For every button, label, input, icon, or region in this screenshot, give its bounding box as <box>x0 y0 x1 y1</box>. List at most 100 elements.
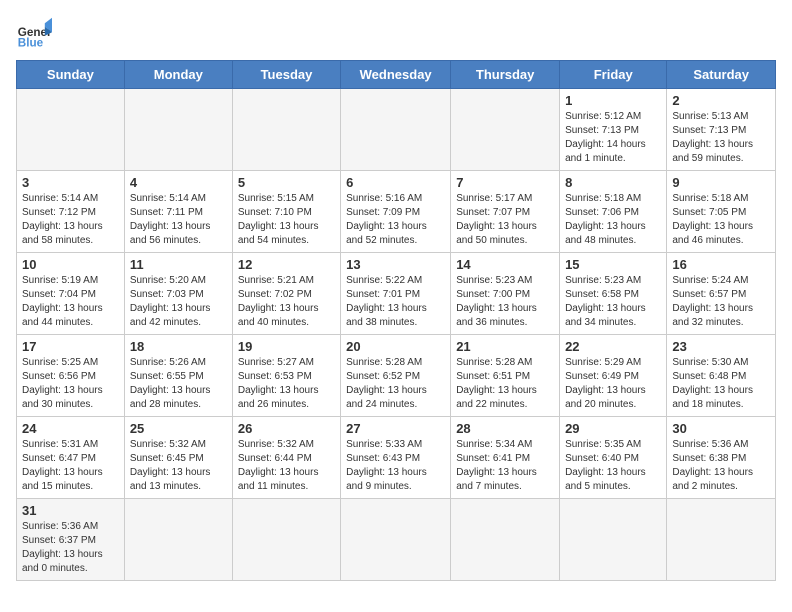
day-info: Sunrise: 5:13 AM Sunset: 7:13 PM Dayligh… <box>672 110 770 166</box>
weekday-header-sunday: Sunday <box>17 61 125 89</box>
day-number: 16 <box>672 257 770 272</box>
calendar-cell: 5 Sunrise: 5:15 AM Sunset: 7:10 PM Daylig… <box>232 171 340 253</box>
day-info: Sunrise: 5:34 AM Sunset: 6:41 PM Dayligh… <box>456 438 554 494</box>
day-number: 1 <box>565 93 661 108</box>
day-info: Sunrise: 5:33 AM Sunset: 6:43 PM Dayligh… <box>346 438 445 494</box>
day-number: 28 <box>456 421 554 436</box>
day-number: 5 <box>238 175 335 190</box>
day-info: Sunrise: 5:27 AM Sunset: 6:53 PM Dayligh… <box>238 356 335 412</box>
weekday-header-friday: Friday <box>560 61 667 89</box>
calendar-cell: 12 Sunrise: 5:21 AM Sunset: 7:02 PM Dayli… <box>232 253 340 335</box>
day-number: 12 <box>238 257 335 272</box>
day-number: 15 <box>565 257 661 272</box>
calendar-table: SundayMondayTuesdayWednesdayThursdayFrid… <box>16 60 776 581</box>
calendar-cell <box>667 499 776 581</box>
day-info: Sunrise: 5:17 AM Sunset: 7:07 PM Dayligh… <box>456 192 554 248</box>
calendar-cell: 21Sunrise: 5:28 AM Sunset: 6:51 PM Dayli… <box>451 335 560 417</box>
calendar-cell: 29Sunrise: 5:35 AM Sunset: 6:40 PM Dayli… <box>560 417 667 499</box>
day-number: 3 <box>22 175 119 190</box>
calendar-cell <box>232 499 340 581</box>
calendar-cell: 17 Sunrise: 5:25 AM Sunset: 6:56 PM Dayli… <box>17 335 125 417</box>
calendar-cell <box>451 89 560 171</box>
calendar-cell: 30Sunrise: 5:36 AM Sunset: 6:38 PM Dayli… <box>667 417 776 499</box>
calendar-cell: 27 Sunrise: 5:33 AM Sunset: 6:43 PM Dayli… <box>341 417 451 499</box>
calendar-cell: 6Sunrise: 5:16 AM Sunset: 7:09 PM Daylig… <box>341 171 451 253</box>
day-info: Sunrise: 5:25 AM Sunset: 6:56 PM Dayligh… <box>22 356 119 412</box>
day-info: Sunrise: 5:20 AM Sunset: 7:03 PM Dayligh… <box>130 274 227 330</box>
calendar-cell <box>341 499 451 581</box>
calendar-week-row: 17 Sunrise: 5:25 AM Sunset: 6:56 PM Dayli… <box>17 335 776 417</box>
day-info: Sunrise: 5:36 AM Sunset: 6:37 PM Dayligh… <box>22 520 119 576</box>
day-info: Sunrise: 5:35 AM Sunset: 6:40 PM Dayligh… <box>565 438 661 494</box>
day-number: 11 <box>130 257 227 272</box>
day-number: 2 <box>672 93 770 108</box>
calendar-week-row: 31 Sunrise: 5:36 AM Sunset: 6:37 PM Dayli… <box>17 499 776 581</box>
calendar-cell: 22Sunrise: 5:29 AM Sunset: 6:49 PM Dayli… <box>560 335 667 417</box>
day-number: 24 <box>22 421 119 436</box>
calendar-cell: 4Sunrise: 5:14 AM Sunset: 7:11 PM Daylig… <box>124 171 232 253</box>
day-number: 9 <box>672 175 770 190</box>
calendar-cell <box>560 499 667 581</box>
day-number: 8 <box>565 175 661 190</box>
calendar-cell: 7 Sunrise: 5:17 AM Sunset: 7:07 PM Daylig… <box>451 171 560 253</box>
day-number: 27 <box>346 421 445 436</box>
calendar-cell <box>17 89 125 171</box>
page-header: General Blue <box>16 16 776 52</box>
logo-icon: General Blue <box>16 16 52 52</box>
day-info: Sunrise: 5:21 AM Sunset: 7:02 PM Dayligh… <box>238 274 335 330</box>
calendar-cell: 11 Sunrise: 5:20 AM Sunset: 7:03 PM Dayli… <box>124 253 232 335</box>
calendar-cell: 23Sunrise: 5:30 AM Sunset: 6:48 PM Dayli… <box>667 335 776 417</box>
day-number: 19 <box>238 339 335 354</box>
calendar-cell: 14 Sunrise: 5:23 AM Sunset: 7:00 PM Dayli… <box>451 253 560 335</box>
calendar-cell: 1Sunrise: 5:12 AM Sunset: 7:13 PM Daylig… <box>560 89 667 171</box>
calendar-week-row: 10Sunrise: 5:19 AM Sunset: 7:04 PM Dayli… <box>17 253 776 335</box>
day-info: Sunrise: 5:26 AM Sunset: 6:55 PM Dayligh… <box>130 356 227 412</box>
day-number: 13 <box>346 257 445 272</box>
day-info: Sunrise: 5:15 AM Sunset: 7:10 PM Dayligh… <box>238 192 335 248</box>
day-number: 4 <box>130 175 227 190</box>
calendar-week-row: 3 Sunrise: 5:14 AM Sunset: 7:12 PM Daylig… <box>17 171 776 253</box>
calendar-cell: 26Sunrise: 5:32 AM Sunset: 6:44 PM Dayli… <box>232 417 340 499</box>
day-info: Sunrise: 5:18 AM Sunset: 7:05 PM Dayligh… <box>672 192 770 248</box>
weekday-header-wednesday: Wednesday <box>341 61 451 89</box>
weekday-header-thursday: Thursday <box>451 61 560 89</box>
day-info: Sunrise: 5:14 AM Sunset: 7:12 PM Dayligh… <box>22 192 119 248</box>
day-info: Sunrise: 5:23 AM Sunset: 7:00 PM Dayligh… <box>456 274 554 330</box>
day-number: 26 <box>238 421 335 436</box>
calendar-cell: 31 Sunrise: 5:36 AM Sunset: 6:37 PM Dayli… <box>17 499 125 581</box>
calendar-week-row: 1Sunrise: 5:12 AM Sunset: 7:13 PM Daylig… <box>17 89 776 171</box>
calendar-cell: 8Sunrise: 5:18 AM Sunset: 7:06 PM Daylig… <box>560 171 667 253</box>
day-number: 14 <box>456 257 554 272</box>
day-number: 17 <box>22 339 119 354</box>
calendar-cell <box>232 89 340 171</box>
day-info: Sunrise: 5:28 AM Sunset: 6:52 PM Dayligh… <box>346 356 445 412</box>
day-info: Sunrise: 5:32 AM Sunset: 6:45 PM Dayligh… <box>130 438 227 494</box>
calendar-cell <box>451 499 560 581</box>
day-info: Sunrise: 5:30 AM Sunset: 6:48 PM Dayligh… <box>672 356 770 412</box>
calendar-cell: 16 Sunrise: 5:24 AM Sunset: 6:57 PM Dayli… <box>667 253 776 335</box>
day-number: 31 <box>22 503 119 518</box>
day-number: 30 <box>672 421 770 436</box>
calendar-cell: 9 Sunrise: 5:18 AM Sunset: 7:05 PM Daylig… <box>667 171 776 253</box>
day-info: Sunrise: 5:23 AM Sunset: 6:58 PM Dayligh… <box>565 274 661 330</box>
weekday-header-monday: Monday <box>124 61 232 89</box>
svg-text:Blue: Blue <box>18 37 44 50</box>
day-number: 21 <box>456 339 554 354</box>
day-number: 20 <box>346 339 445 354</box>
calendar-cell <box>124 89 232 171</box>
day-info: Sunrise: 5:22 AM Sunset: 7:01 PM Dayligh… <box>346 274 445 330</box>
calendar-cell: 3 Sunrise: 5:14 AM Sunset: 7:12 PM Daylig… <box>17 171 125 253</box>
day-number: 10 <box>22 257 119 272</box>
calendar-cell <box>124 499 232 581</box>
weekday-header-row: SundayMondayTuesdayWednesdayThursdayFrid… <box>17 61 776 89</box>
day-number: 7 <box>456 175 554 190</box>
calendar-cell: 18Sunrise: 5:26 AM Sunset: 6:55 PM Dayli… <box>124 335 232 417</box>
calendar-cell: 20 Sunrise: 5:28 AM Sunset: 6:52 PM Dayli… <box>341 335 451 417</box>
calendar-cell: 15 Sunrise: 5:23 AM Sunset: 6:58 PM Dayli… <box>560 253 667 335</box>
day-info: Sunrise: 5:16 AM Sunset: 7:09 PM Dayligh… <box>346 192 445 248</box>
calendar-cell: 2 Sunrise: 5:13 AM Sunset: 7:13 PM Daylig… <box>667 89 776 171</box>
calendar-cell: 13 Sunrise: 5:22 AM Sunset: 7:01 PM Dayli… <box>341 253 451 335</box>
day-info: Sunrise: 5:31 AM Sunset: 6:47 PM Dayligh… <box>22 438 119 494</box>
day-info: Sunrise: 5:29 AM Sunset: 6:49 PM Dayligh… <box>565 356 661 412</box>
day-info: Sunrise: 5:24 AM Sunset: 6:57 PM Dayligh… <box>672 274 770 330</box>
